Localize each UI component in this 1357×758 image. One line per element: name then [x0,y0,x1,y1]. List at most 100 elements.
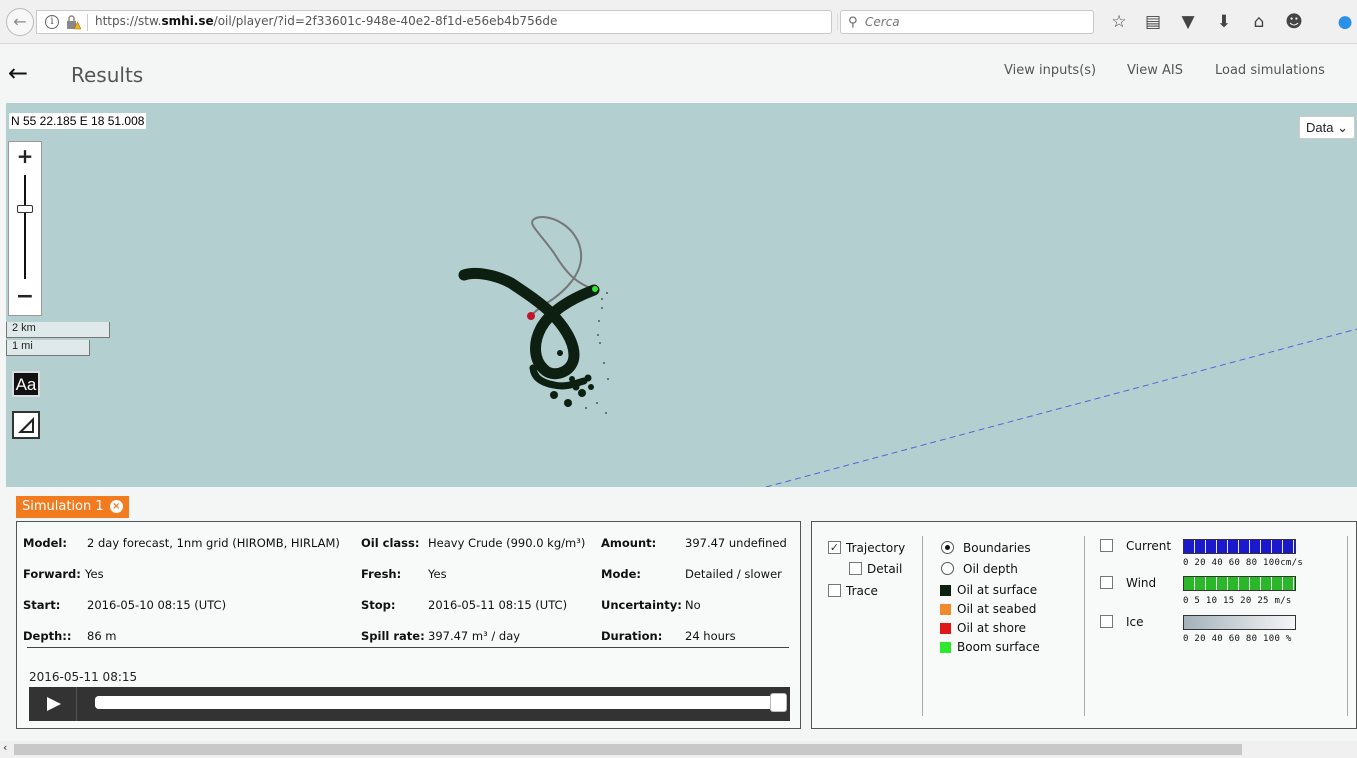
scrollbar-thumb[interactable] [14,744,1242,755]
oil-depth-radio[interactable] [941,562,954,575]
duration-label: Duration: [601,629,663,643]
trajectory-label: Trajectory [846,541,906,555]
text-tool-button[interactable]: Aa [12,371,40,397]
current-label: Current [1126,539,1172,553]
url-prefix: https://stw. [95,14,162,28]
url-text[interactable]: https://stw.smhi.se/oil/player/?id=2f336… [95,14,557,28]
wind-scale-bar [1183,576,1296,591]
playback-bar [29,687,790,721]
zoom-control: + − [8,141,42,316]
zoom-out-button[interactable]: − [9,284,41,314]
back-arrow-icon[interactable]: ← [8,59,28,87]
view-inputs-link[interactable]: View inputs(s) [1004,63,1096,78]
wind-label: Wind [1126,576,1157,590]
chat-icon[interactable]: ☻ [1283,11,1305,33]
layers-legend-panel: ✓ Trajectory Detail Trace Boundaries Oil… [811,521,1357,729]
fresh-value: Yes [428,567,447,581]
column-divider [1084,536,1085,716]
boom-surface-swatch [940,642,951,653]
stop-label: Stop: [361,598,396,612]
column-divider [1347,536,1348,716]
oil-surface-swatch [940,585,951,596]
forward-value: Yes [85,567,104,581]
url-domain: smhi.se [161,14,214,28]
view-ais-link[interactable]: View AIS [1127,63,1183,78]
oil-depth-label: Oil depth [963,562,1018,576]
trace-checkbox[interactable] [828,584,841,597]
bookmark-star-icon[interactable]: ☆ [1108,11,1130,33]
current-checkbox[interactable] [1100,539,1113,552]
boundaries-radio[interactable] [941,541,954,554]
scattered-particles [585,292,609,414]
model-value: 2 day forecast, 1nm grid (HIROMB, HIRLAM… [87,536,340,550]
browser-back-icon[interactable]: ← [6,8,34,36]
trajectory-checkbox[interactable]: ✓ [828,541,841,554]
url-separator [87,14,88,31]
fresh-label: Fresh: [361,567,402,581]
ruler-icon [18,417,34,433]
spill-rate-label: Spill rate: [361,629,425,643]
horizontal-scrollbar[interactable]: ‹ [0,741,1357,758]
ice-scale-bar [1183,615,1296,630]
extension-icon[interactable]: ● [1334,11,1356,33]
load-simulations-link[interactable]: Load simulations [1215,63,1325,78]
timeline-slider[interactable] [95,693,787,712]
model-label: Model: [23,536,67,550]
map-overlay [458,216,1357,487]
wind-checkbox[interactable] [1100,576,1113,589]
info-icon[interactable]: i [45,15,59,29]
simulation-info-panel: Model: 2 day forecast, 1nm grid (HIROMB,… [16,521,801,729]
scale-bar-km: 2 km [6,322,110,338]
legend-item-label: Oil at surface [957,583,1038,597]
play-button[interactable] [29,687,77,721]
divider [27,647,789,648]
mode-value: Detailed / slower [685,567,782,581]
zoom-in-button[interactable]: + [9,142,41,172]
reading-list-icon[interactable]: ▤ [1142,11,1164,33]
coordinate-readout: N 55 22.185 E 18 51.008 [9,113,147,129]
player-timestamp: 2016-05-11 08:15 [29,670,138,684]
page-title: Results [71,63,144,87]
boom-marker[interactable] [591,285,599,293]
tab-simulation-1[interactable]: Simulation 1 × [16,496,129,518]
depth-value: 86 m [87,629,117,643]
legend-item-label: Oil at shore [957,621,1027,635]
map-view[interactable]: N 55 22.185 E 18 51.008 Data ⌄ + − 2 km … [6,103,1357,487]
scale-mi-label: 1 mi [12,340,33,352]
spill-rate-value: 397.47 m³ / day [428,629,521,643]
address-bar[interactable]: i https://stw.smhi.se/oil/player/?id=2f3… [36,10,857,34]
legend-item-label: Boom surface [957,640,1040,654]
pocket-icon[interactable]: ▼ [1177,11,1199,33]
spill-start-marker[interactable] [527,312,535,320]
zoom-slider-track[interactable] [24,175,26,279]
oil-shore-swatch [940,623,951,634]
boundaries-label: Boundaries [963,541,1031,555]
oil-class-label: Oil class: [361,536,420,550]
home-icon[interactable]: ⌂ [1248,11,1270,33]
ice-checkbox[interactable] [1100,615,1113,628]
close-icon[interactable]: × [109,500,123,513]
measure-tool-button[interactable] [12,411,40,439]
oil-seabed-swatch [940,604,951,615]
search-input[interactable]: ⚲ Cerca [840,10,1094,34]
browser-toolbar: ← i https://stw.smhi.se/oil/player/?id=2… [0,0,1357,44]
start-label: Start: [23,598,61,612]
timeline-thumb[interactable] [770,693,787,712]
scroll-left-icon[interactable]: ‹ [3,741,7,754]
layer-select[interactable]: Data ⌄ [1299,116,1355,139]
forward-label: Forward: [23,567,81,581]
url-path: /oil/player/?id=2f33601c-948e-40e2-8f1d-… [213,14,558,28]
detail-checkbox[interactable] [849,562,862,575]
ice-label: Ice [1126,615,1144,629]
timeline-progress [95,696,781,709]
start-value: 2016-05-10 08:15 (UTC) [87,598,227,612]
depth-label: Depth:: [23,629,72,643]
download-icon[interactable]: ⬇ [1213,11,1235,33]
uncertainty-label: Uncertainty: [601,598,682,612]
zoom-slider-thumb[interactable] [17,205,33,213]
insecure-lock-icon [67,15,81,30]
tab-label: Simulation 1 [22,499,104,514]
stop-value: 2016-05-11 08:15 (UTC) [428,598,568,612]
search-placeholder: Cerca [865,15,900,29]
ice-scale-ticks: 0 20 40 60 80 100 % [1183,634,1292,644]
